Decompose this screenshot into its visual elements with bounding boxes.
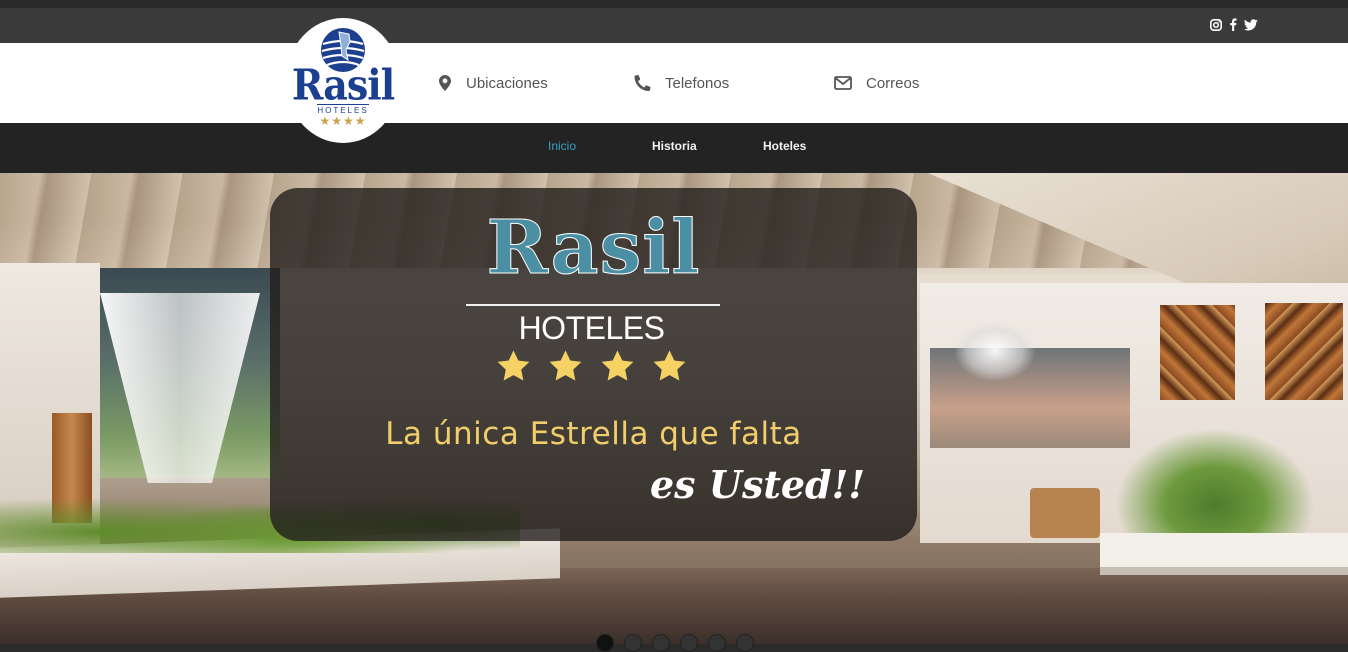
- site-logo[interactable]: Rasil HOTELES ★★★★: [286, 18, 400, 143]
- social-links: [1210, 18, 1258, 31]
- hero-tagline-usted: es Usted!!: [650, 462, 865, 507]
- star-icon: [653, 350, 686, 381]
- slider-dot-3[interactable]: [652, 634, 670, 652]
- envelope-icon: [834, 76, 852, 90]
- contact-label: Correos: [866, 74, 920, 92]
- slider-dot-6[interactable]: [736, 634, 754, 652]
- map-marker-icon: [438, 75, 452, 91]
- slider-dots: [596, 634, 754, 652]
- social-top-bar: [0, 8, 1348, 43]
- star-icon: [601, 350, 634, 381]
- star-icon: [497, 350, 530, 381]
- top-strip: [0, 0, 1348, 8]
- contact-label: Ubicaciones: [466, 74, 548, 92]
- twitter-icon[interactable]: [1244, 18, 1258, 31]
- main-nav: Inicio Historia Hoteles: [0, 123, 1348, 173]
- nav-item-historia[interactable]: Historia: [652, 123, 697, 173]
- contact-ubicaciones[interactable]: Ubicaciones: [438, 43, 548, 123]
- slider-dot-4[interactable]: [680, 634, 698, 652]
- instagram-icon[interactable]: [1210, 18, 1222, 31]
- hero-brand: Rasil: [486, 205, 701, 291]
- logo-brand: Rasil: [291, 59, 395, 110]
- slider-dot-1[interactable]: [596, 634, 614, 652]
- hero-caption-box: Rasil HOTELES La única Estrella que falt…: [270, 188, 917, 541]
- facebook-icon[interactable]: [1229, 18, 1237, 31]
- nav-item-hoteles[interactable]: Hoteles: [763, 123, 806, 173]
- contact-telefonos[interactable]: Telefonos: [634, 43, 729, 123]
- hero-divider: [466, 304, 720, 306]
- contact-label: Telefonos: [665, 74, 730, 92]
- hero-sub: HOTELES: [518, 310, 665, 346]
- logo-stars: ★★★★: [319, 114, 367, 128]
- nav-item-inicio[interactable]: Inicio: [548, 123, 576, 173]
- hero-stars: [495, 348, 688, 385]
- phone-icon: [634, 75, 651, 91]
- slider-dot-2[interactable]: [624, 634, 642, 652]
- contact-bar: Ubicaciones Telefonos Correos: [0, 43, 1348, 123]
- star-icon: [549, 350, 582, 381]
- hero-tagline: La única Estrella que falta: [385, 416, 802, 452]
- slider-dot-5[interactable]: [708, 634, 726, 652]
- contact-correos[interactable]: Correos: [834, 43, 919, 123]
